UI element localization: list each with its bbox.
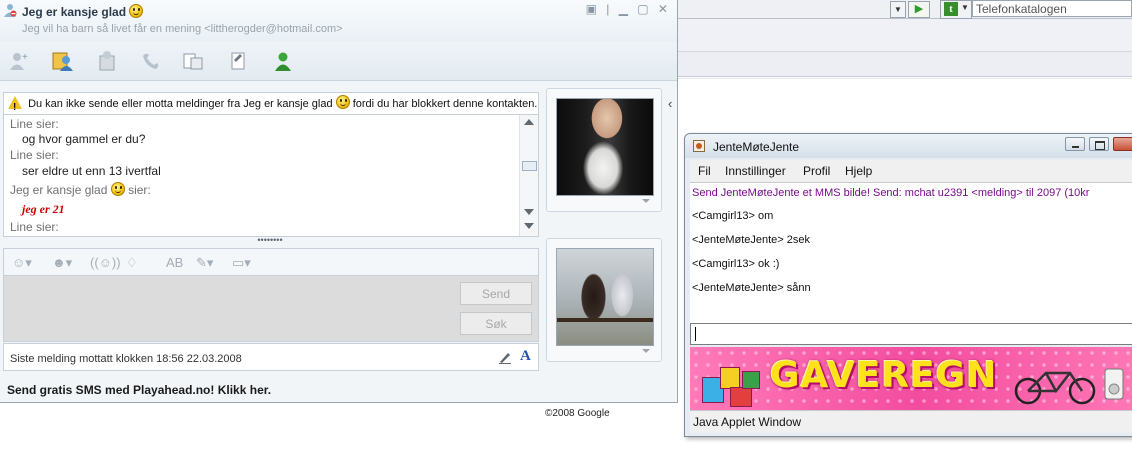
user-display-picture bbox=[556, 248, 654, 346]
compose-toolbar: ☺▾ ☻▾ ((☺)) ♢ AB ✎▾ ▭▾ bbox=[3, 248, 539, 276]
nudge-icon[interactable]: ((☺)) bbox=[90, 255, 121, 271]
applet-footer-text: Java Applet Window bbox=[693, 415, 802, 429]
smiley-emoticon-icon bbox=[110, 182, 125, 196]
message-compose-area[interactable]: Send Søk bbox=[3, 276, 539, 342]
resize-grip[interactable]: •••••••• bbox=[252, 236, 288, 245]
history-scrollbar[interactable] bbox=[519, 115, 538, 236]
contact-name: Jeg er kansje glad bbox=[22, 4, 144, 19]
banner-title: GAVEREGN bbox=[770, 355, 998, 396]
smiley-emoticon-icon bbox=[129, 4, 144, 18]
chevron-down-icon: ▼ bbox=[961, 3, 969, 12]
chat-line: <Camgirl13> ok :) bbox=[692, 258, 780, 270]
menu-profil[interactable]: Profil bbox=[803, 164, 830, 178]
telefonkatalogen-icon: t bbox=[944, 2, 958, 16]
gift-icon bbox=[730, 387, 752, 407]
user-avatar[interactable] bbox=[546, 238, 662, 362]
chat-message-text: jeg er 21 bbox=[22, 202, 65, 216]
gaveregn-banner-ad[interactable]: GAVEREGN bbox=[690, 347, 1132, 410]
maximize-button[interactable] bbox=[1089, 137, 1109, 151]
chat-line: <JenteMøteJente> sånn bbox=[692, 282, 811, 294]
address-dropdown-button[interactable]: ▼ bbox=[890, 1, 906, 18]
google-copyright: ©2008 Google bbox=[545, 408, 610, 419]
contact-card-icon[interactable] bbox=[272, 50, 294, 72]
emoticon-picker-icon[interactable]: ☺▾ bbox=[12, 255, 32, 271]
java-chat-window: JenteMøteJente Fil Innstillinger Profil … bbox=[684, 133, 1132, 437]
menu-innstillinger[interactable]: Innstillinger bbox=[725, 164, 786, 178]
font-button[interactable]: A bbox=[520, 348, 531, 365]
chevron-down-icon[interactable] bbox=[642, 199, 650, 203]
warning-text: Du kan ikke sende eller motta meldinger … bbox=[28, 98, 333, 110]
warning-text-end: fordi du har blokkert denne kontakten. bbox=[352, 98, 538, 110]
send-image-icon[interactable]: ▭▾ bbox=[232, 255, 251, 271]
java-chat-log[interactable]: Send JenteMøteJente et MMS bilde! Send: … bbox=[690, 183, 1132, 327]
scroll-up-icon[interactable] bbox=[524, 119, 534, 125]
search-button[interactable]: Søk bbox=[460, 312, 532, 335]
conversation-header: Jeg er kansje glad Jeg vil ha barn så li… bbox=[0, 0, 677, 42]
message-sender: Jeg er kansje glad sier: bbox=[10, 182, 151, 197]
video-call-icon[interactable] bbox=[182, 50, 204, 72]
java-cup-icon bbox=[693, 140, 705, 152]
background-picker-icon[interactable]: ✎▾ bbox=[196, 255, 213, 271]
chat-line: <JenteMøteJente> 2sek bbox=[692, 234, 811, 246]
java-window-title: JenteMøteJente bbox=[713, 140, 800, 154]
minimize-button[interactable] bbox=[1065, 137, 1085, 151]
text-caret bbox=[695, 327, 696, 341]
contact-avatar[interactable] bbox=[546, 88, 662, 212]
browser-toolbar: ▼ ▶ t ▼ Telefonkatalogen bbox=[678, 0, 1132, 19]
java-window-titlebar[interactable]: JenteMøteJente bbox=[685, 134, 1132, 158]
chat-message-text: ser eldre ut enn 13 ivertfal bbox=[22, 164, 161, 178]
bicycle-icon bbox=[1014, 368, 1124, 405]
warning-icon bbox=[8, 96, 22, 114]
scroll-thumb[interactable] bbox=[522, 161, 537, 171]
java-menu-bar: Fil Innstillinger Profil Hjelp bbox=[690, 160, 1132, 183]
java-chat-input[interactable] bbox=[690, 323, 1132, 345]
voice-call-icon[interactable] bbox=[140, 50, 162, 72]
blocked-contact-icon bbox=[4, 4, 17, 17]
font-style-icon[interactable]: AB bbox=[166, 255, 183, 271]
chat-history[interactable]: Line sier: og hvor gammel er du? Line si… bbox=[3, 114, 539, 237]
smiley-emoticon-icon bbox=[335, 95, 350, 109]
go-button[interactable]: ▶ bbox=[908, 1, 930, 18]
invite-contact-icon[interactable]: + bbox=[8, 50, 30, 72]
voice-clip-icon[interactable]: ♢ bbox=[126, 255, 138, 271]
search-engine-selector[interactable]: t ▼ bbox=[940, 0, 972, 19]
search-input[interactable]: Telefonkatalogen bbox=[972, 0, 1132, 17]
gift-icon bbox=[720, 367, 740, 389]
chat-line-promo: Send JenteMøteJente et MMS bilde! Send: … bbox=[692, 187, 1090, 199]
messenger-conversation-window: Jeg er kansje glad Jeg vil ha barn så li… bbox=[0, 0, 678, 403]
chevron-down-icon[interactable] bbox=[642, 349, 650, 353]
message-sender: Line sier: bbox=[10, 148, 59, 162]
gift-icon bbox=[742, 371, 760, 389]
chat-message-text: og hvor gammel er du? bbox=[22, 132, 146, 146]
contact-personal-message: Jeg vil ha barn så livet får en mening <… bbox=[22, 23, 343, 35]
menu-hjelp[interactable]: Hjelp bbox=[845, 164, 872, 178]
message-sender: Line sier: bbox=[10, 117, 59, 131]
wink-picker-icon[interactable]: ☻▾ bbox=[52, 255, 72, 271]
menu-fil[interactable]: Fil bbox=[698, 164, 711, 178]
scroll-end-icon[interactable] bbox=[524, 223, 534, 229]
close-button[interactable] bbox=[1113, 137, 1132, 151]
chat-message: Line sier: bbox=[10, 117, 59, 131]
conversation-toolbar: + bbox=[0, 42, 677, 81]
activities-icon[interactable] bbox=[228, 50, 250, 72]
share-folders-icon[interactable] bbox=[52, 50, 74, 72]
browser-tab-strip bbox=[678, 19, 1132, 52]
chat-line: <Camgirl13> om bbox=[692, 210, 774, 222]
send-button[interactable]: Send bbox=[460, 282, 532, 305]
scroll-down-icon[interactable] bbox=[524, 209, 534, 215]
java-applet-footer: Java Applet Window bbox=[690, 410, 1132, 433]
last-message-status: Siste melding mottatt klokken 18:56 22.0… bbox=[3, 343, 539, 371]
svg-text:+: + bbox=[22, 52, 28, 63]
collapse-panel-icon[interactable]: ‹ bbox=[668, 96, 672, 111]
browser-page-header: iGoo bbox=[678, 78, 1132, 182]
sms-promo-link[interactable]: Send gratis SMS med Playahead.no! Klikk … bbox=[7, 383, 271, 397]
handwriting-icon[interactable] bbox=[498, 350, 512, 364]
blocked-warning-bar: Du kan ikke sende eller motta meldinger … bbox=[3, 92, 539, 114]
send-files-icon[interactable] bbox=[96, 50, 118, 72]
window-controls[interactable]: ▣ | ▁ ▢ ✕ bbox=[586, 2, 671, 16]
browser-bookmarks-bar bbox=[678, 52, 1132, 77]
message-sender: Line sier: bbox=[10, 220, 59, 234]
contact-display-picture bbox=[556, 98, 654, 196]
last-message-text: Siste melding mottatt klokken 18:56 22.0… bbox=[10, 353, 242, 365]
